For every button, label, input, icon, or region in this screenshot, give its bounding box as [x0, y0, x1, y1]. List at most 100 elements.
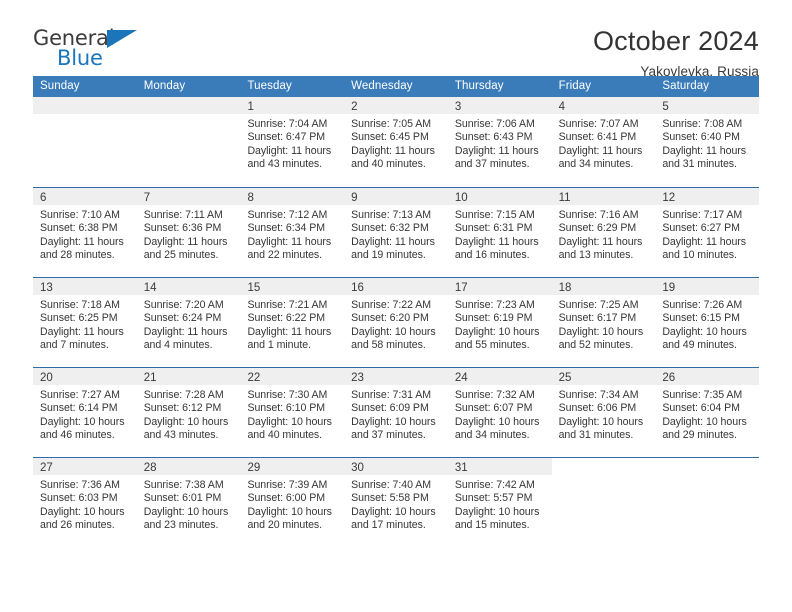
day-detail-line: and 1 minute. [247, 338, 311, 351]
day-detail-line: Daylight: 11 hours [351, 235, 435, 248]
day-number: 29 [247, 462, 261, 474]
calendar-page: General Blue October 2024 Yakovlevka, Ru… [0, 0, 792, 612]
day-detail-line: Daylight: 10 hours [454, 505, 540, 518]
day-detail-line: Daylight: 11 hours [40, 235, 124, 248]
day-detail-line: and 37 minutes. [454, 157, 530, 170]
day-number: 6 [40, 192, 47, 204]
calendar-day-cell[interactable]: 31 Sunrise: 7:42 AM Sunset: 5:57 PM Dayligh… [447, 458, 552, 547]
day-detail-line: Daylight: 10 hours [351, 505, 436, 518]
calendar-day-cell[interactable]: 18 Sunrise: 7:25 AM Sunset: 6:17 PM Dayligh… [551, 278, 656, 367]
day-detail-line: Sunset: 6:40 PM [662, 131, 740, 144]
day-number-bar: 31 [447, 458, 552, 475]
day-number: 15 [247, 282, 261, 294]
brand-logo[interactable]: General Blue [33, 26, 153, 74]
day-detail-line: Sunset: 6:06 PM [558, 402, 637, 415]
calendar-day-cell[interactable]: 14 Sunrise: 7:20 AM Sunset: 6:24 PM Dayligh… [136, 278, 241, 367]
calendar-day-cell[interactable]: 15 Sunrise: 7:21 AM Sunset: 6:22 PM Dayligh… [240, 278, 345, 367]
day-details: Sunrise: 7:11 AM Sunset: 6:36 PM Daylight:… [137, 205, 241, 262]
day-detail-line: Daylight: 10 hours [247, 505, 332, 518]
day-detail-line: Sunrise: 7:23 AM [454, 299, 535, 311]
weekday-header-friday: Friday [558, 80, 592, 92]
day-detail-line: Daylight: 11 hours [247, 144, 332, 157]
day-number: 1 [247, 101, 254, 113]
day-detail-line: and 15 minutes. [454, 518, 530, 531]
calendar-day-cell[interactable]: 29 Sunrise: 7:39 AM Sunset: 6:00 PM Dayligh… [240, 458, 345, 547]
day-number: 20 [40, 372, 53, 384]
calendar-day-cell[interactable]: 3 Sunrise: 7:06 AM Sunset: 6:43 PM Daylight… [447, 97, 552, 187]
calendar-day-cell[interactable]: 17 Sunrise: 7:23 AM Sunset: 6:19 PM Dayligh… [447, 278, 552, 367]
day-detail-line: and 52 minutes. [558, 338, 634, 351]
day-detail-line: Daylight: 11 hours [40, 325, 124, 338]
day-detail-line: Sunrise: 7:16 AM [558, 209, 639, 221]
day-details: Sunrise: 7:26 AM Sunset: 6:15 PM Daylight:… [655, 295, 759, 352]
weekday-header-tuesday: Tuesday [247, 80, 292, 92]
day-number-bar: 21 [136, 368, 241, 385]
day-detail-line: Sunset: 6:45 PM [351, 131, 429, 144]
day-detail-line: and 31 minutes. [558, 428, 634, 441]
calendar-day-cell[interactable]: 7 Sunrise: 7:11 AM Sunset: 6:36 PM Daylight… [136, 188, 241, 277]
calendar-day-cell[interactable]: 5 Sunrise: 7:08 AM Sunset: 6:40 PM Daylight… [655, 97, 760, 187]
day-number-bar: 25 [551, 368, 656, 385]
day-number: 24 [454, 372, 468, 384]
calendar-day-cell[interactable]: 8 Sunrise: 7:12 AM Sunset: 6:34 PM Daylight… [240, 188, 345, 277]
day-detail-line: Sunset: 6:01 PM [143, 492, 222, 505]
calendar-day-cell[interactable]: 28 Sunrise: 7:38 AM Sunset: 6:01 PM Dayligh… [136, 458, 241, 547]
day-details: Sunrise: 7:42 AM Sunset: 5:57 PM Daylight:… [448, 475, 552, 532]
day-number: 10 [454, 192, 468, 204]
day-detail-line: and 40 minutes. [351, 157, 426, 170]
day-detail-line: Sunrise: 7:36 AM [40, 479, 120, 491]
day-detail-line: and 31 minutes. [662, 157, 737, 170]
day-detail-line: Sunset: 6:19 PM [454, 312, 533, 325]
day-number: 17 [454, 282, 468, 294]
day-detail-line: Sunrise: 7:38 AM [143, 479, 224, 491]
calendar-day-cell[interactable]: 11 Sunrise: 7:16 AM Sunset: 6:29 PM Dayligh… [551, 188, 656, 277]
day-detail-line: Daylight: 11 hours [662, 235, 747, 248]
calendar-day-cell[interactable]: 20 Sunrise: 7:27 AM Sunset: 6:14 PM Dayligh… [33, 368, 137, 457]
day-detail-line: Sunrise: 7:15 AM [454, 209, 535, 221]
calendar-week-row: 13 Sunrise: 7:18 AM Sunset: 6:25 PM Dayligh… [33, 277, 760, 367]
day-detail-line: and 49 minutes. [662, 338, 737, 351]
day-detail-line: Sunrise: 7:11 AM [143, 209, 223, 221]
calendar-day-cell[interactable]: 26 Sunrise: 7:35 AM Sunset: 6:04 PM Dayligh… [655, 368, 760, 457]
day-detail-line: and 13 minutes. [558, 248, 634, 261]
day-detail-line: and 34 minutes. [454, 428, 530, 441]
calendar-day-cell[interactable]: 22 Sunrise: 7:30 AM Sunset: 6:10 PM Dayligh… [240, 368, 345, 457]
calendar-day-cell[interactable]: 9 Sunrise: 7:13 AM Sunset: 6:32 PM Daylight… [344, 188, 448, 277]
calendar-day-cell[interactable]: 2 Sunrise: 7:05 AM Sunset: 6:45 PM Daylight… [344, 97, 448, 187]
calendar-day-cell[interactable]: 12 Sunrise: 7:17 AM Sunset: 6:27 PM Dayligh… [655, 188, 760, 277]
day-detail-line: Daylight: 11 hours [143, 325, 228, 338]
day-detail-line: and 55 minutes. [454, 338, 530, 351]
calendar-day-cell[interactable]: 25 Sunrise: 7:34 AM Sunset: 6:06 PM Dayligh… [551, 368, 656, 457]
day-number-bar: 12 [655, 188, 760, 205]
calendar-day-cell[interactable]: 4 Sunrise: 7:07 AM Sunset: 6:41 PM Daylight… [551, 97, 656, 187]
day-detail-line: Daylight: 11 hours [351, 144, 435, 157]
day-details: Sunrise: 7:40 AM Sunset: 5:58 PM Daylight:… [344, 475, 448, 532]
calendar-day-cell[interactable]: 10 Sunrise: 7:15 AM Sunset: 6:31 PM Dayligh… [447, 188, 552, 277]
calendar-day-cell[interactable]: 19 Sunrise: 7:26 AM Sunset: 6:15 PM Dayligh… [655, 278, 760, 367]
day-details: Sunrise: 7:15 AM Sunset: 6:31 PM Daylight:… [448, 205, 552, 262]
day-details: Sunrise: 7:23 AM Sunset: 6:19 PM Daylight:… [448, 295, 552, 352]
day-detail-line: Sunset: 6:03 PM [40, 492, 118, 505]
calendar-day-cell[interactable]: 1 Sunrise: 7:04 AM Sunset: 6:47 PM Daylight… [240, 97, 345, 187]
calendar-day-cell[interactable]: 21 Sunrise: 7:28 AM Sunset: 6:12 PM Dayligh… [136, 368, 241, 457]
day-detail-line: and 19 minutes. [351, 248, 426, 261]
day-detail-line: Sunrise: 7:39 AM [247, 479, 328, 491]
day-detail-line: Sunrise: 7:12 AM [247, 209, 328, 221]
day-detail-line: Sunrise: 7:31 AM [351, 389, 432, 401]
day-detail-line: Sunrise: 7:30 AM [247, 389, 328, 401]
calendar-day-cell[interactable]: 6 Sunrise: 7:10 AM Sunset: 6:38 PM Daylight… [33, 188, 137, 277]
calendar-empty-cell [551, 458, 656, 547]
calendar-day-cell[interactable]: 30 Sunrise: 7:40 AM Sunset: 5:58 PM Dayligh… [344, 458, 448, 547]
calendar-day-cell[interactable]: 13 Sunrise: 7:18 AM Sunset: 6:25 PM Dayligh… [33, 278, 137, 367]
day-details: Sunrise: 7:07 AM Sunset: 6:41 PM Daylight:… [552, 114, 656, 171]
calendar-day-cell[interactable]: 24 Sunrise: 7:32 AM Sunset: 6:07 PM Dayligh… [447, 368, 552, 457]
calendar-day-cell[interactable]: 27 Sunrise: 7:36 AM Sunset: 6:03 PM Dayligh… [33, 458, 137, 547]
day-details: Sunrise: 7:18 AM Sunset: 6:25 PM Daylight:… [33, 295, 137, 352]
day-detail-line: Sunset: 6:24 PM [143, 312, 222, 325]
calendar-day-cell[interactable]: 23 Sunrise: 7:31 AM Sunset: 6:09 PM Dayligh… [344, 368, 448, 457]
day-detail-line: Daylight: 10 hours [143, 415, 229, 428]
day-number: 25 [558, 372, 572, 384]
calendar-day-cell[interactable]: 16 Sunrise: 7:22 AM Sunset: 6:20 PM Dayligh… [344, 278, 448, 367]
day-details [655, 475, 759, 479]
day-detail-line: and 34 minutes. [558, 157, 634, 170]
